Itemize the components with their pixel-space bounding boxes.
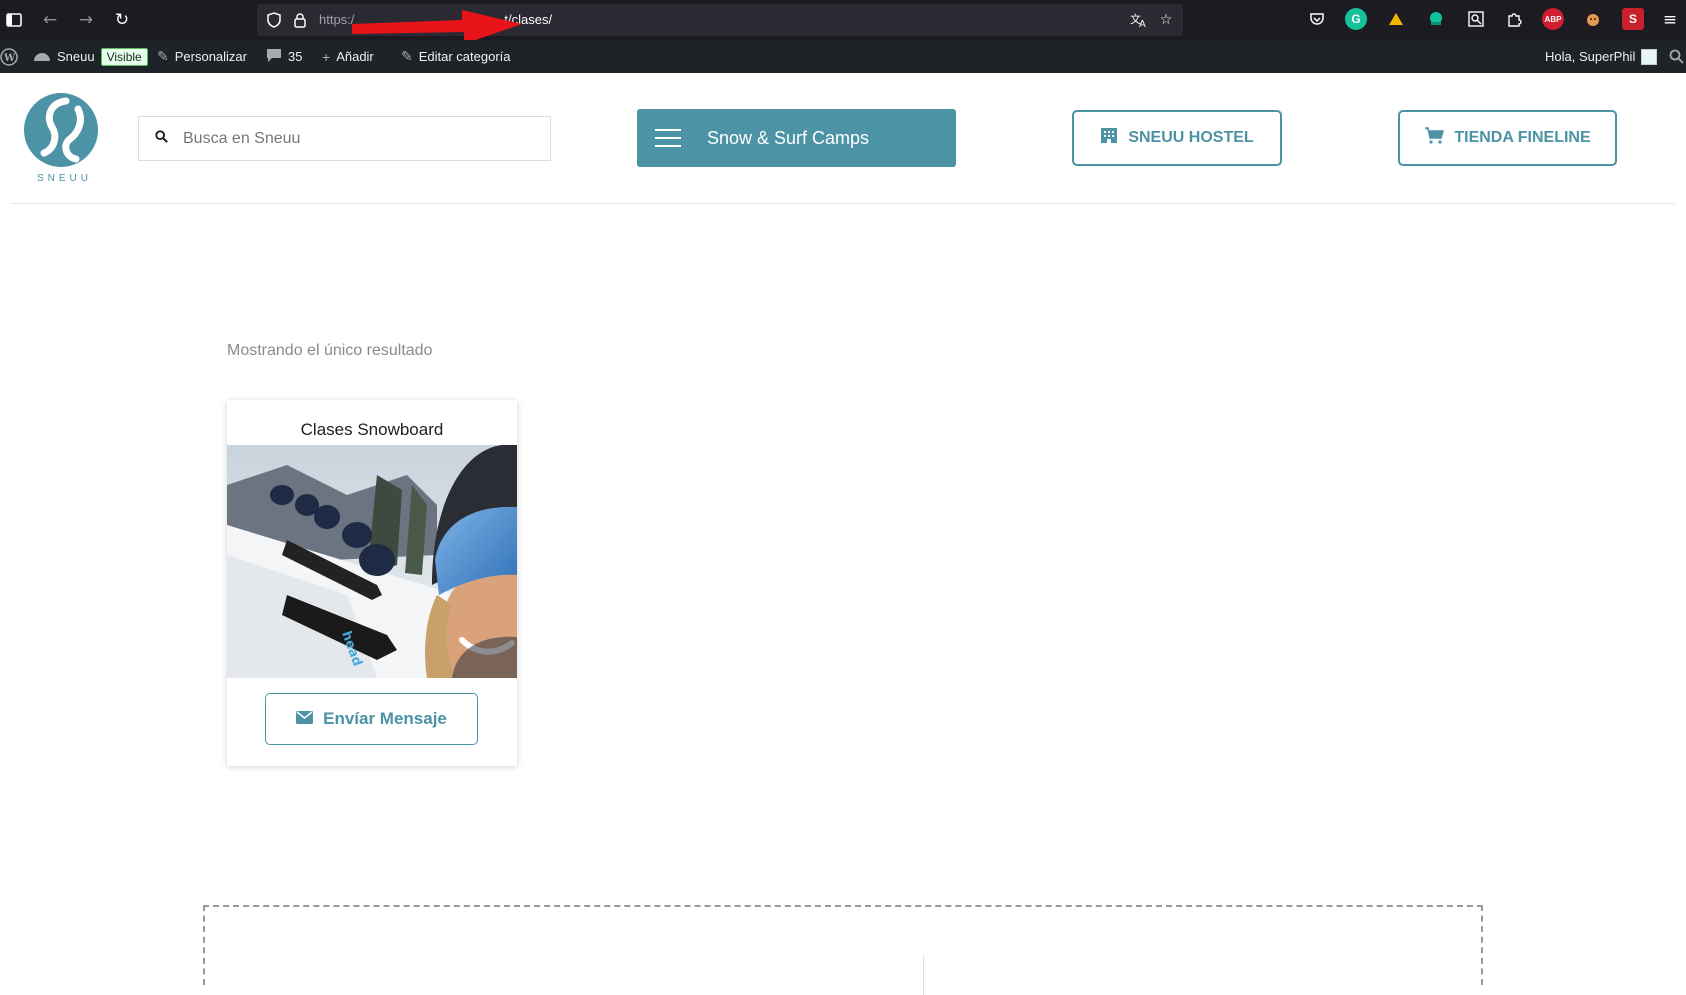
avatar bbox=[1641, 48, 1658, 65]
comments-link[interactable]: 35 bbox=[266, 40, 302, 73]
sneuu-hostel-button[interactable]: SNEUU HOSTEL bbox=[1072, 110, 1282, 166]
hamburger-menu-icon bbox=[655, 129, 681, 147]
extension-icon[interactable]: S bbox=[1622, 8, 1644, 30]
translate-icon[interactable]: 文A bbox=[1129, 10, 1149, 30]
account-menu[interactable]: Hola, SuperPhil bbox=[1545, 40, 1658, 73]
extension-icon[interactable] bbox=[1582, 8, 1604, 30]
pencil-icon: ✎ bbox=[401, 48, 413, 64]
url-bar[interactable]: https:/t/clases/ 文A ☆ bbox=[257, 4, 1183, 44]
search-icon[interactable] bbox=[1669, 40, 1684, 73]
forward-arrow-icon[interactable]: → bbox=[74, 8, 98, 32]
site-header: SNEUU Snow & Surf Camps SNEUU HOSTEL TIE… bbox=[10, 73, 1675, 204]
site-search[interactable] bbox=[138, 116, 551, 161]
send-message-button[interactable]: Envíar Mensaje bbox=[265, 693, 478, 745]
result-count: Mostrando el único resultado bbox=[227, 342, 433, 359]
plus-icon: + bbox=[322, 48, 331, 65]
edit-category-link[interactable]: ✎ Editar categoría bbox=[401, 40, 511, 73]
column-divider bbox=[923, 955, 924, 995]
customize-label: Personalizar bbox=[174, 49, 247, 64]
hamburger-menu-icon[interactable]: ≡ bbox=[1658, 8, 1682, 32]
dashed-placeholder-section bbox=[203, 905, 1483, 995]
product-title[interactable]: Clases Snowboard bbox=[227, 420, 517, 440]
extension-icon[interactable] bbox=[1385, 8, 1407, 30]
add-new-menu[interactable]: + Añadir bbox=[322, 40, 374, 73]
star-icon[interactable]: ☆ bbox=[1156, 10, 1176, 30]
screenshot-icon[interactable] bbox=[1465, 8, 1487, 30]
envelope-icon bbox=[296, 709, 314, 729]
snow-surf-camps-button[interactable]: Snow & Surf Camps bbox=[637, 109, 956, 167]
tienda-fineline-button[interactable]: TIENDA FINELINE bbox=[1398, 110, 1617, 166]
url-scheme: https:/ bbox=[319, 12, 355, 27]
building-icon bbox=[1100, 127, 1118, 149]
product-image[interactable]: head bbox=[227, 445, 517, 678]
add-new-label: Añadir bbox=[336, 49, 374, 64]
pocket-icon[interactable] bbox=[1306, 8, 1328, 30]
wp-admin-bar: W Sneuu Visible ✎ Personalizar 35 + Añad… bbox=[0, 40, 1686, 73]
grammarly-icon[interactable]: G bbox=[1345, 8, 1367, 30]
search-input[interactable] bbox=[183, 129, 533, 148]
browser-toolbar: ← → ↻ https:/t/clases/ 文A ☆ G ABP S ≡ bbox=[0, 0, 1686, 44]
svg-text:A: A bbox=[1139, 19, 1146, 28]
shield-icon[interactable] bbox=[264, 10, 284, 30]
camps-button-label: Snow & Surf Camps bbox=[707, 127, 870, 148]
paintbrush-icon: ✎ bbox=[157, 48, 169, 64]
customize-link[interactable]: ✎ Personalizar bbox=[157, 40, 247, 73]
sidebar-toggle-icon[interactable] bbox=[2, 8, 26, 32]
cart-icon bbox=[1424, 127, 1445, 149]
site-name: Sneuu bbox=[57, 49, 95, 64]
search-icon bbox=[139, 130, 183, 147]
lock-icon[interactable] bbox=[290, 10, 310, 30]
adblock-icon[interactable]: ABP bbox=[1542, 8, 1564, 30]
extension-icon[interactable] bbox=[1425, 8, 1447, 30]
comment-bubble-icon bbox=[266, 48, 282, 66]
logo-text: SNEUU bbox=[37, 173, 93, 184]
wordpress-logo-icon[interactable]: W bbox=[0, 40, 18, 73]
svg-text:W: W bbox=[3, 53, 16, 64]
reload-icon[interactable]: ↻ bbox=[110, 8, 134, 32]
puzzle-icon[interactable] bbox=[1503, 8, 1525, 30]
shop-button-label: TIENDA FINELINE bbox=[1454, 129, 1591, 146]
comments-count: 35 bbox=[288, 49, 303, 64]
product-card[interactable]: Clases Snowboard head Envíar Mensaje bbox=[227, 400, 517, 766]
visibility-badge: Visible bbox=[100, 47, 148, 66]
greeting: Hola, SuperPhil bbox=[1545, 49, 1636, 64]
send-message-label: Envíar Mensaje bbox=[323, 709, 447, 728]
edit-category-label: Editar categoría bbox=[418, 49, 511, 64]
hostel-button-label: SNEUU HOSTEL bbox=[1128, 129, 1254, 146]
dashboard-icon bbox=[33, 48, 51, 65]
site-name-menu[interactable]: Sneuu Visible bbox=[33, 40, 148, 73]
back-arrow-icon[interactable]: ← bbox=[38, 8, 62, 32]
